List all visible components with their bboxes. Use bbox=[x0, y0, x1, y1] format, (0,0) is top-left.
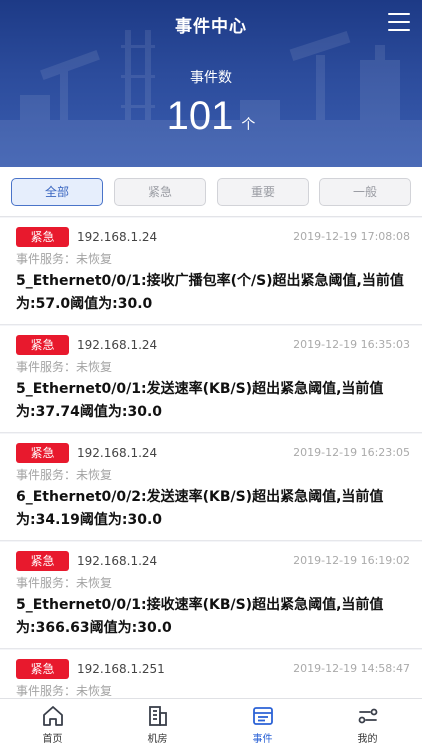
profile-settings-icon bbox=[358, 708, 378, 724]
event-ip: 192.168.1.24 bbox=[77, 446, 158, 460]
event-time: 2019-12-19 16:19:02 bbox=[293, 554, 410, 567]
event-message: 5_Ethernet0/0/1:发送速率(KB/S)超出紧急阈值,当前值为:37… bbox=[16, 381, 384, 420]
event-count: 101 个 bbox=[0, 94, 422, 139]
event-service-status: 事件服务：未恢复 bbox=[16, 360, 113, 374]
filter-normal-button[interactable]: 一般 bbox=[319, 178, 411, 206]
event-count-unit: 个 bbox=[241, 117, 256, 133]
event-count-label: 事件数 bbox=[190, 70, 232, 86]
event-item[interactable]: 紧急 192.168.1.24 2019-12-19 16:23:05 事件服务… bbox=[0, 434, 422, 541]
event-message: 6_Ethernet0/0/2:发送速率(KB/S)超出紧急阈值,当前值为:34… bbox=[16, 489, 384, 528]
tab-mine[interactable]: 我的 bbox=[315, 699, 420, 750]
filter-urgent-button[interactable]: 紧急 bbox=[114, 178, 206, 206]
event-ip: 192.168.1.251 bbox=[77, 662, 165, 676]
severity-filter-bar: 全部 紧急 重要 一般 bbox=[0, 167, 422, 217]
tab-machine-room-label: 机房 bbox=[147, 734, 168, 745]
tab-mine-label: 我的 bbox=[357, 734, 378, 745]
severity-badge: 紧急 bbox=[16, 659, 69, 679]
filter-important-button[interactable]: 重要 bbox=[217, 178, 309, 206]
tab-events-label: 事件 bbox=[252, 734, 273, 745]
building-icon bbox=[149, 706, 167, 726]
event-message: 5_Ethernet0/0/1:接收广播包率(个/S)超出紧急阈值,当前值为:5… bbox=[16, 273, 404, 312]
tab-home-label: 首页 bbox=[42, 734, 63, 745]
severity-badge: 紧急 bbox=[16, 335, 69, 355]
event-service-status: 事件服务：未恢复 bbox=[16, 576, 113, 590]
event-ip: 192.168.1.24 bbox=[77, 230, 158, 244]
event-item[interactable]: 紧急 192.168.1.24 2019-12-19 16:19:02 事件服务… bbox=[0, 542, 422, 649]
filter-all-button[interactable]: 全部 bbox=[11, 178, 103, 206]
event-time: 2019-12-19 14:58:47 bbox=[293, 662, 410, 675]
event-message: 5_Ethernet0/0/1:接收速率(KB/S)超出紧急阈值,当前值为:36… bbox=[16, 597, 384, 636]
event-ip: 192.168.1.24 bbox=[77, 338, 158, 352]
event-ip: 192.168.1.24 bbox=[77, 554, 158, 568]
event-item[interactable]: 紧急 192.168.1.24 2019-12-19 17:08:08 事件服务… bbox=[0, 218, 422, 325]
event-time: 2019-12-19 16:35:03 bbox=[293, 338, 410, 351]
event-list: 紧急 192.168.1.24 2019-12-19 17:08:08 事件服务… bbox=[0, 218, 422, 698]
tab-machine-room[interactable]: 机房 bbox=[105, 699, 210, 750]
bottom-tab-bar: 首页 机房 事件 我的 bbox=[0, 698, 422, 750]
event-time: 2019-12-19 16:23:05 bbox=[293, 446, 410, 459]
event-time: 2019-12-19 17:08:08 bbox=[293, 230, 410, 243]
header-banner: 事件中心 事件数 101 个 bbox=[0, 0, 422, 167]
tab-home[interactable]: 首页 bbox=[0, 699, 105, 750]
event-count-value: 101 bbox=[166, 94, 234, 138]
tab-events[interactable]: 事件 bbox=[210, 699, 315, 750]
event-item[interactable]: 紧急 192.168.1.24 2019-12-19 16:35:03 事件服务… bbox=[0, 326, 422, 433]
severity-badge: 紧急 bbox=[16, 443, 69, 463]
home-icon bbox=[43, 706, 63, 726]
page-title: 事件中心 bbox=[175, 17, 247, 37]
event-service-status: 事件服务：未恢复 bbox=[16, 468, 113, 482]
event-service-status: 事件服务：未恢复 bbox=[16, 684, 113, 698]
severity-badge: 紧急 bbox=[16, 227, 69, 247]
menu-icon[interactable] bbox=[388, 13, 410, 31]
severity-badge: 紧急 bbox=[16, 551, 69, 571]
event-service-status: 事件服务：未恢复 bbox=[16, 252, 113, 266]
event-list-icon bbox=[253, 707, 273, 725]
event-item[interactable]: 紧急 192.168.1.251 2019-12-19 14:58:47 事件服… bbox=[0, 650, 422, 698]
